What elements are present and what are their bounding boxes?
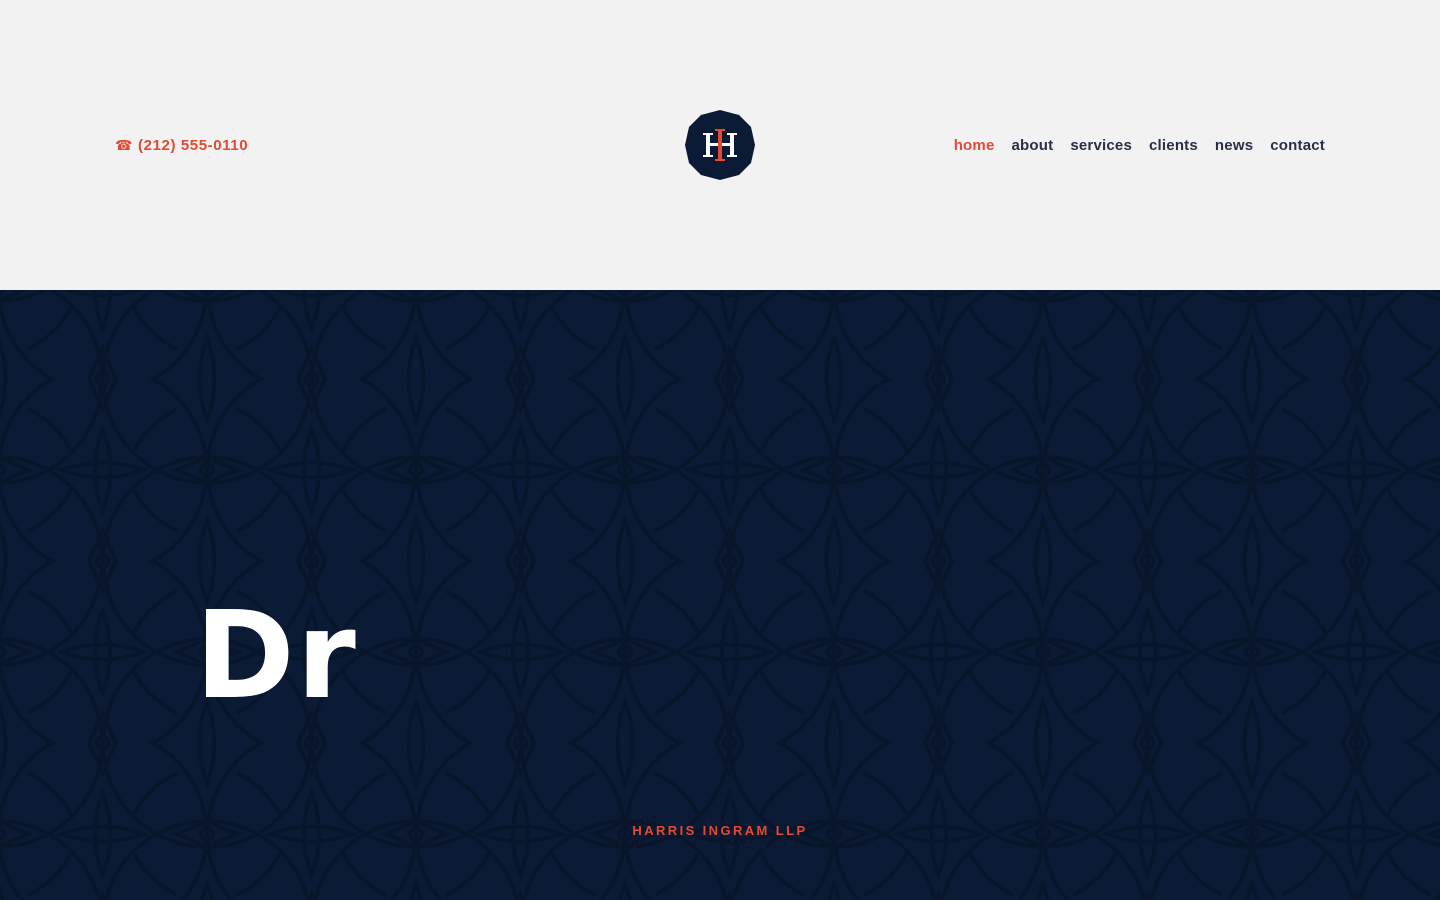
site-header: ☎ (212) 555-0110 home about services client… <box>0 0 1440 290</box>
phone-icon: ☎ <box>115 137 134 153</box>
firm-name-eyebrow: HARRIS INGRAM LLP <box>632 823 808 838</box>
nav-link-about[interactable]: about <box>1012 137 1054 154</box>
hero-section: HARRIS INGRAM LLP Dr <box>0 290 1440 900</box>
phone-number: (212) 555-0110 <box>138 136 249 154</box>
phone-link[interactable]: ☎ (212) 555-0110 <box>115 134 248 156</box>
nav-link-services[interactable]: services <box>1070 137 1132 154</box>
main-nav: home about services clients news contact <box>954 134 1325 156</box>
hero-headline: Dr <box>195 587 358 726</box>
logo-monogram-icon <box>685 110 755 180</box>
nav-link-clients[interactable]: clients <box>1149 137 1198 154</box>
nav-link-home[interactable]: home <box>954 137 995 154</box>
logo-link[interactable] <box>685 110 755 180</box>
nav-link-news[interactable]: news <box>1215 137 1253 154</box>
nav-link-contact[interactable]: contact <box>1270 137 1325 154</box>
